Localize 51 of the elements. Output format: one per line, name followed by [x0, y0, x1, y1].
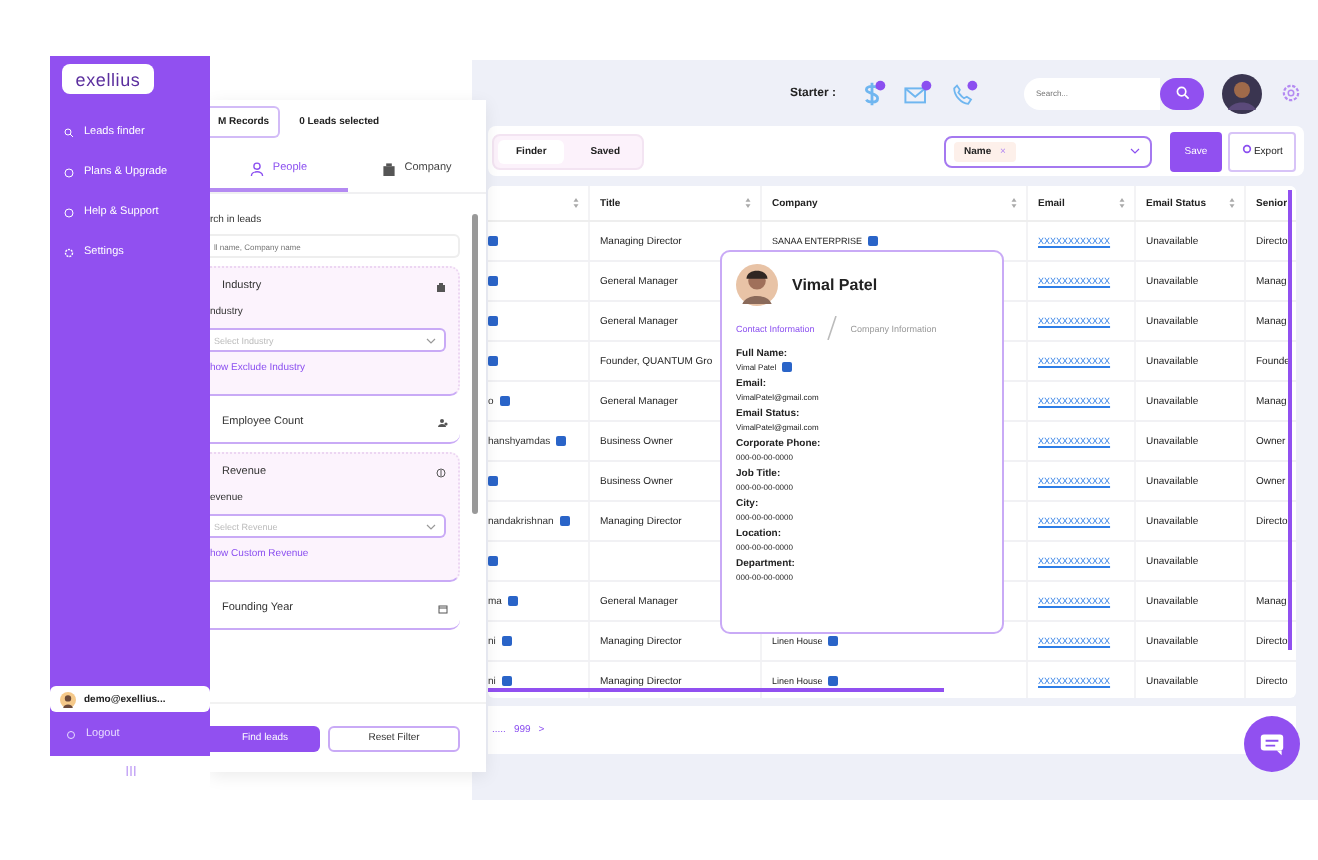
calendar-icon — [438, 603, 448, 613]
linkedin-icon[interactable] — [501, 636, 512, 646]
search-icon — [64, 127, 74, 137]
avatar-icon — [60, 691, 76, 707]
linkedin-icon[interactable] — [488, 276, 498, 286]
phone-icon[interactable] — [950, 79, 978, 107]
linkedin-icon[interactable] — [559, 516, 570, 526]
coin-icon — [436, 467, 446, 477]
linkedin-icon[interactable] — [556, 436, 567, 446]
chevron-icon — [426, 337, 436, 343]
linkedin-icon[interactable] — [828, 636, 839, 646]
contact-name: Vimal Patel — [792, 276, 878, 294]
search-button[interactable] — [1160, 77, 1204, 109]
linkedin-icon[interactable] — [507, 596, 518, 606]
settings-icon — [64, 247, 74, 257]
linkedin-icon[interactable] — [488, 236, 498, 246]
sort-icon[interactable] — [1228, 198, 1236, 208]
chevron-icon — [426, 523, 436, 529]
chat-icon — [1256, 728, 1288, 760]
linkedin-icon[interactable] — [499, 396, 510, 406]
sort-icon[interactable] — [1118, 198, 1126, 208]
linkedin-icon[interactable] — [488, 356, 498, 366]
scrollbar[interactable] — [472, 214, 478, 514]
linkedin-icon[interactable] — [782, 362, 793, 372]
circle-icon — [64, 167, 74, 177]
sort-icon[interactable] — [572, 198, 580, 208]
linkedin-icon[interactable] — [488, 476, 498, 486]
mail-icon[interactable] — [904, 79, 932, 107]
linkedin-icon[interactable] — [828, 676, 839, 686]
linkedin-icon[interactable] — [868, 236, 879, 246]
circle-icon — [64, 207, 74, 217]
sort-icon[interactable] — [744, 198, 752, 208]
scrollbar[interactable] — [488, 688, 944, 692]
settings-icon[interactable] — [1280, 82, 1302, 104]
building-icon — [436, 281, 446, 291]
chevron-icon — [1130, 148, 1140, 154]
linkedin-icon[interactable] — [488, 556, 498, 566]
sort-icon[interactable] — [1010, 198, 1018, 208]
people-icon — [438, 417, 448, 427]
scrollbar[interactable] — [1288, 190, 1292, 650]
linkedin-icon[interactable] — [501, 676, 512, 686]
search-icon — [1175, 86, 1189, 100]
avatar-icon — [736, 264, 778, 306]
export-icon — [1241, 144, 1252, 154]
person-icon — [250, 161, 265, 175]
slash-icon — [826, 316, 839, 340]
logout-icon — [66, 729, 76, 739]
logo: exellius — [62, 64, 154, 94]
linkedin-icon[interactable] — [488, 316, 498, 326]
building-icon — [382, 161, 397, 175]
avatar-icon[interactable] — [1222, 73, 1262, 113]
